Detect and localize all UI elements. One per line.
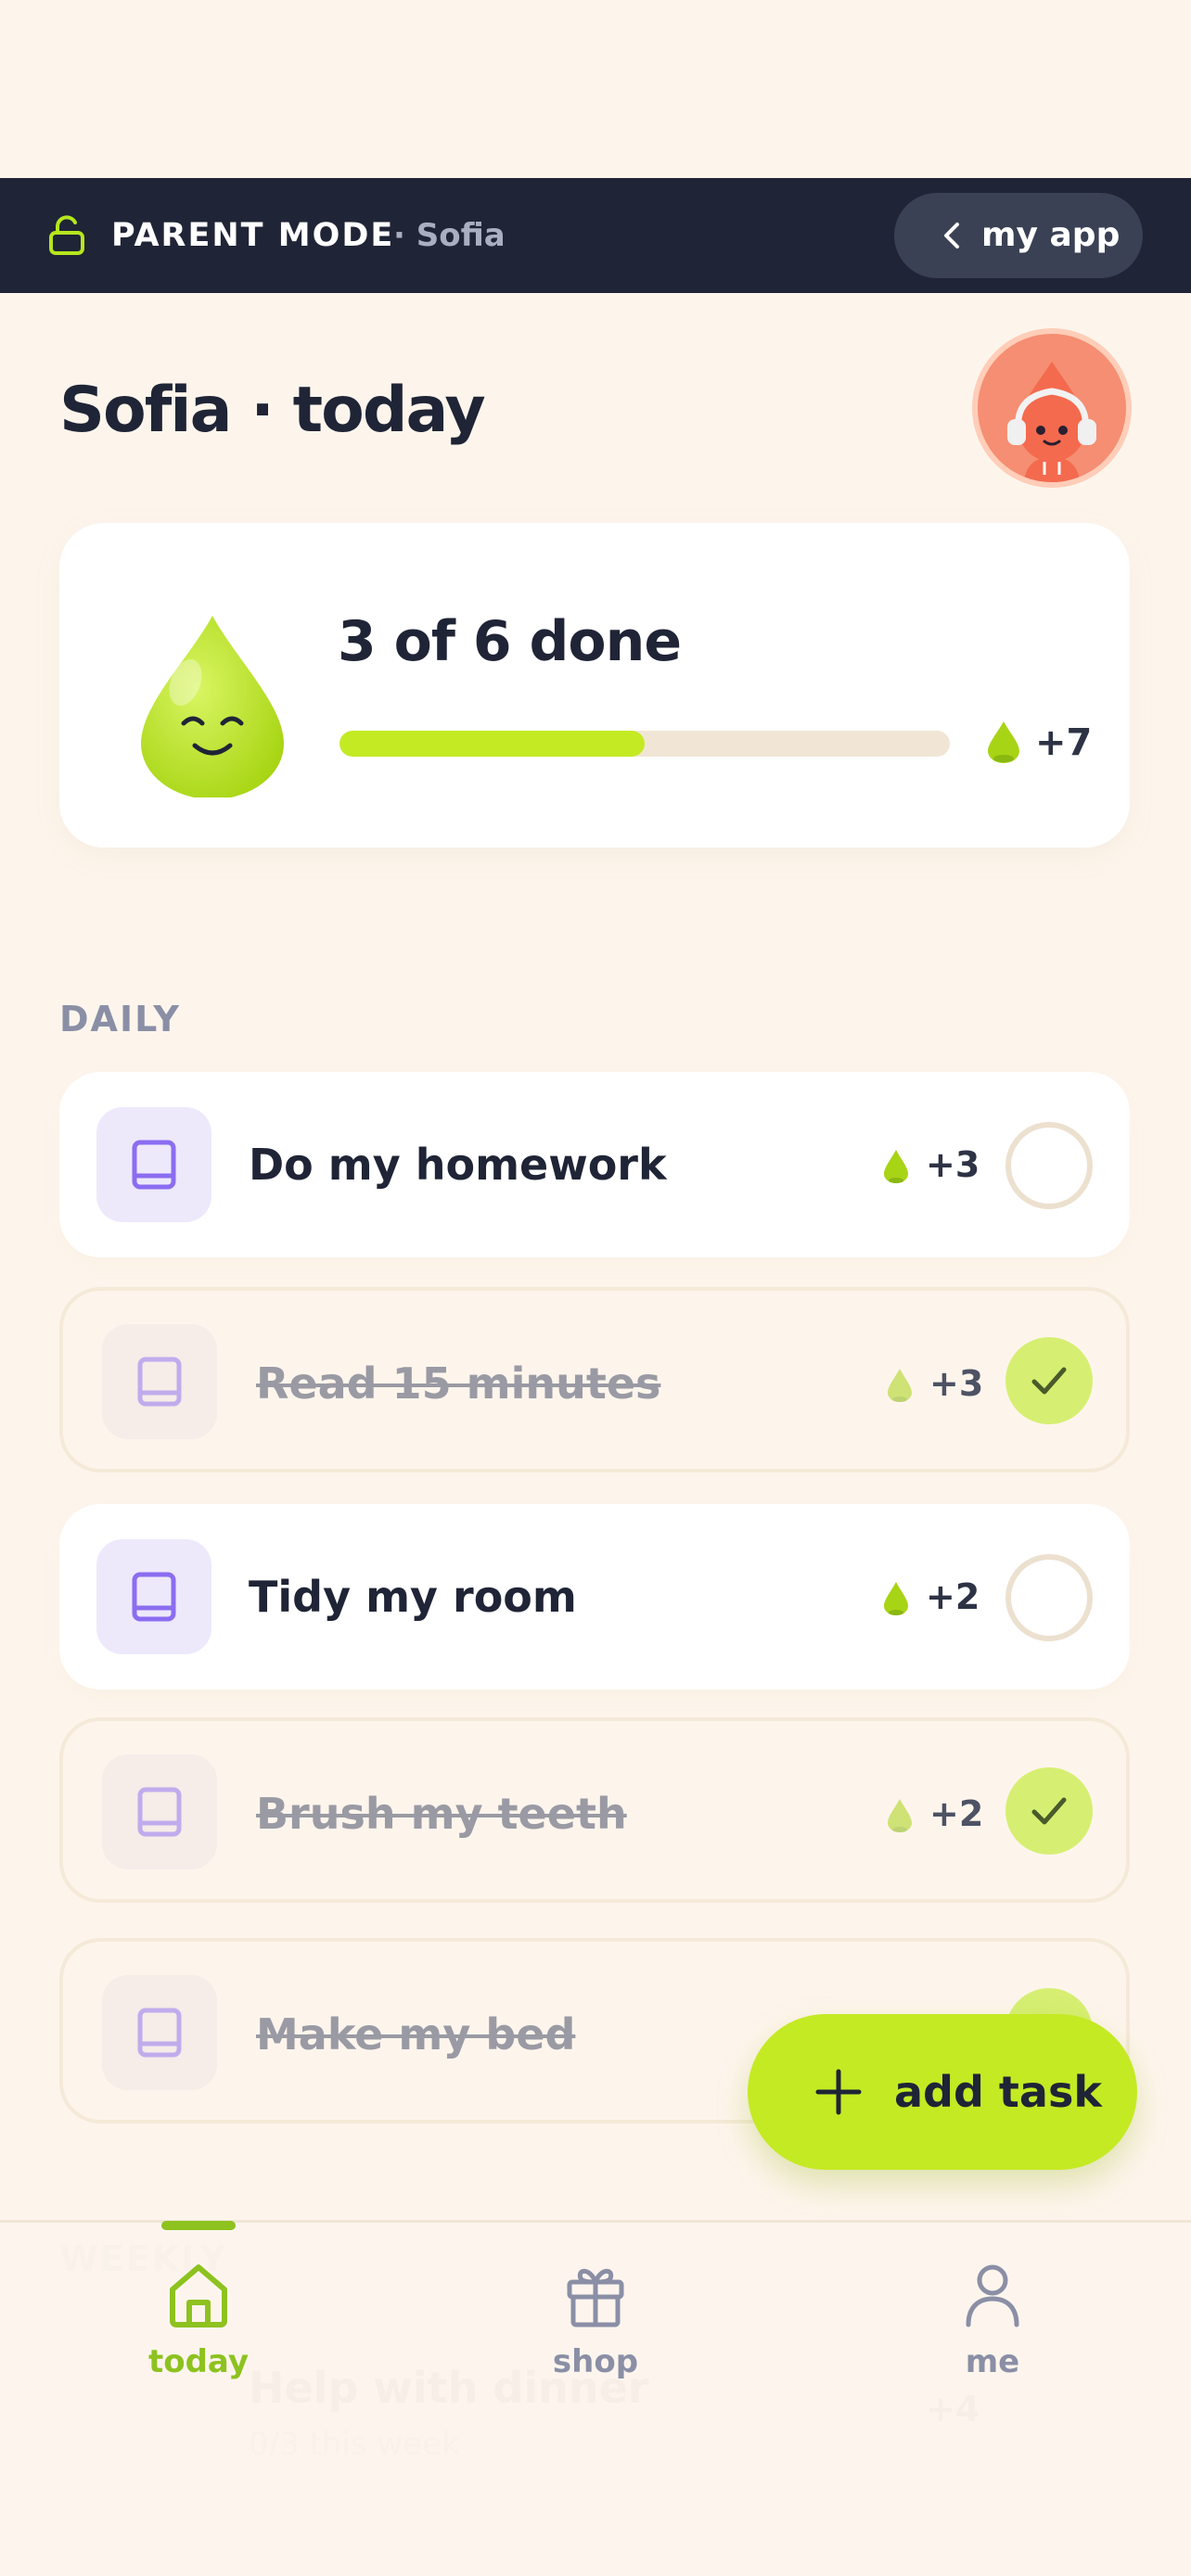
add-task-label: add task (894, 2067, 1102, 2117)
drop-icon (888, 1369, 912, 1402)
nav-label-me: me (965, 2343, 1020, 2380)
nav-tab-today[interactable]: today (106, 2262, 291, 2401)
progress-bar-fill (339, 731, 645, 757)
task-title: Do my homework (249, 1140, 667, 1190)
gift-icon (567, 2268, 624, 2327)
drop-mascot-avatar-icon (1007, 362, 1096, 482)
book-icon (137, 2008, 182, 2058)
nav-tab-me[interactable]: me (900, 2262, 1085, 2401)
my-app-label: my app (981, 216, 1121, 254)
total-points: +7 (1035, 721, 1093, 764)
task-points: +2 (926, 1576, 980, 1617)
progress-summary: 3 of 6 done (338, 609, 682, 674)
plus-icon (815, 2069, 862, 2115)
task-title: Read 15 minutes (256, 1358, 661, 1409)
task-row[interactable]: Read 15 minutes +3 (59, 1287, 1130, 1473)
task-points: +3 (926, 1144, 980, 1185)
section-label-daily: DAILY (59, 999, 181, 1039)
progress-bar (339, 731, 950, 757)
task-checkbox[interactable] (1005, 1122, 1093, 1209)
parent-mode-label: PARENT MODE (111, 217, 395, 254)
nav-tab-shop[interactable]: shop (503, 2262, 688, 2401)
chevron-left-icon (944, 223, 959, 249)
task-category-icon (96, 1107, 211, 1222)
task-points: +2 (929, 1793, 984, 1834)
task-checkbox-checked[interactable] (1005, 1337, 1093, 1424)
task-row[interactable]: Brush my teeth +2 (59, 1717, 1130, 1903)
drop-icon (884, 1582, 908, 1615)
task-checkbox-checked[interactable] (1005, 1767, 1093, 1855)
drop-icon (888, 1799, 912, 1832)
task-row[interactable]: Do my homework +3 (59, 1072, 1130, 1257)
book-icon (132, 1572, 176, 1622)
nav-label-today: today (147, 2343, 249, 2380)
task-title: Tidy my room (249, 1572, 577, 1622)
check-icon (1031, 1797, 1067, 1825)
home-icon (170, 2264, 227, 2327)
parent-mode-child-name: · Sofia (393, 217, 506, 254)
check-icon (1031, 1367, 1067, 1395)
task-checkbox[interactable] (1005, 1554, 1093, 1641)
task-points: +3 (929, 1363, 984, 1404)
parent-mode-bar: PARENT MODE · Sofia my app (0, 178, 1191, 293)
task-row[interactable]: Tidy my room +2 (59, 1504, 1130, 1690)
page-title: Sofia · today (59, 374, 486, 447)
task-category-icon (96, 1539, 211, 1654)
task-category-icon (102, 1975, 217, 2090)
book-icon (137, 1787, 182, 1837)
book-icon (132, 1140, 176, 1190)
book-icon (137, 1357, 182, 1407)
task-category-icon (102, 1324, 217, 1439)
drop-icon (988, 721, 1019, 763)
unlock-icon (49, 215, 84, 255)
person-icon (966, 2264, 1019, 2327)
my-app-button[interactable]: my app (894, 193, 1143, 278)
bottom-nav: today shop me (0, 2220, 1191, 2576)
nav-active-indicator (161, 2221, 236, 2230)
task-title: Brush my teeth (256, 1789, 627, 1839)
avatar[interactable] (972, 328, 1132, 488)
add-task-button[interactable]: add task (748, 2014, 1137, 2170)
nav-label-shop: shop (552, 2343, 639, 2380)
progress-card: 3 of 6 done +7 (59, 523, 1130, 848)
task-title: Make my bed (256, 2009, 576, 2060)
task-category-icon (102, 1754, 217, 1869)
smiling-drop-mascot-icon (141, 616, 284, 797)
drop-icon (884, 1150, 908, 1183)
